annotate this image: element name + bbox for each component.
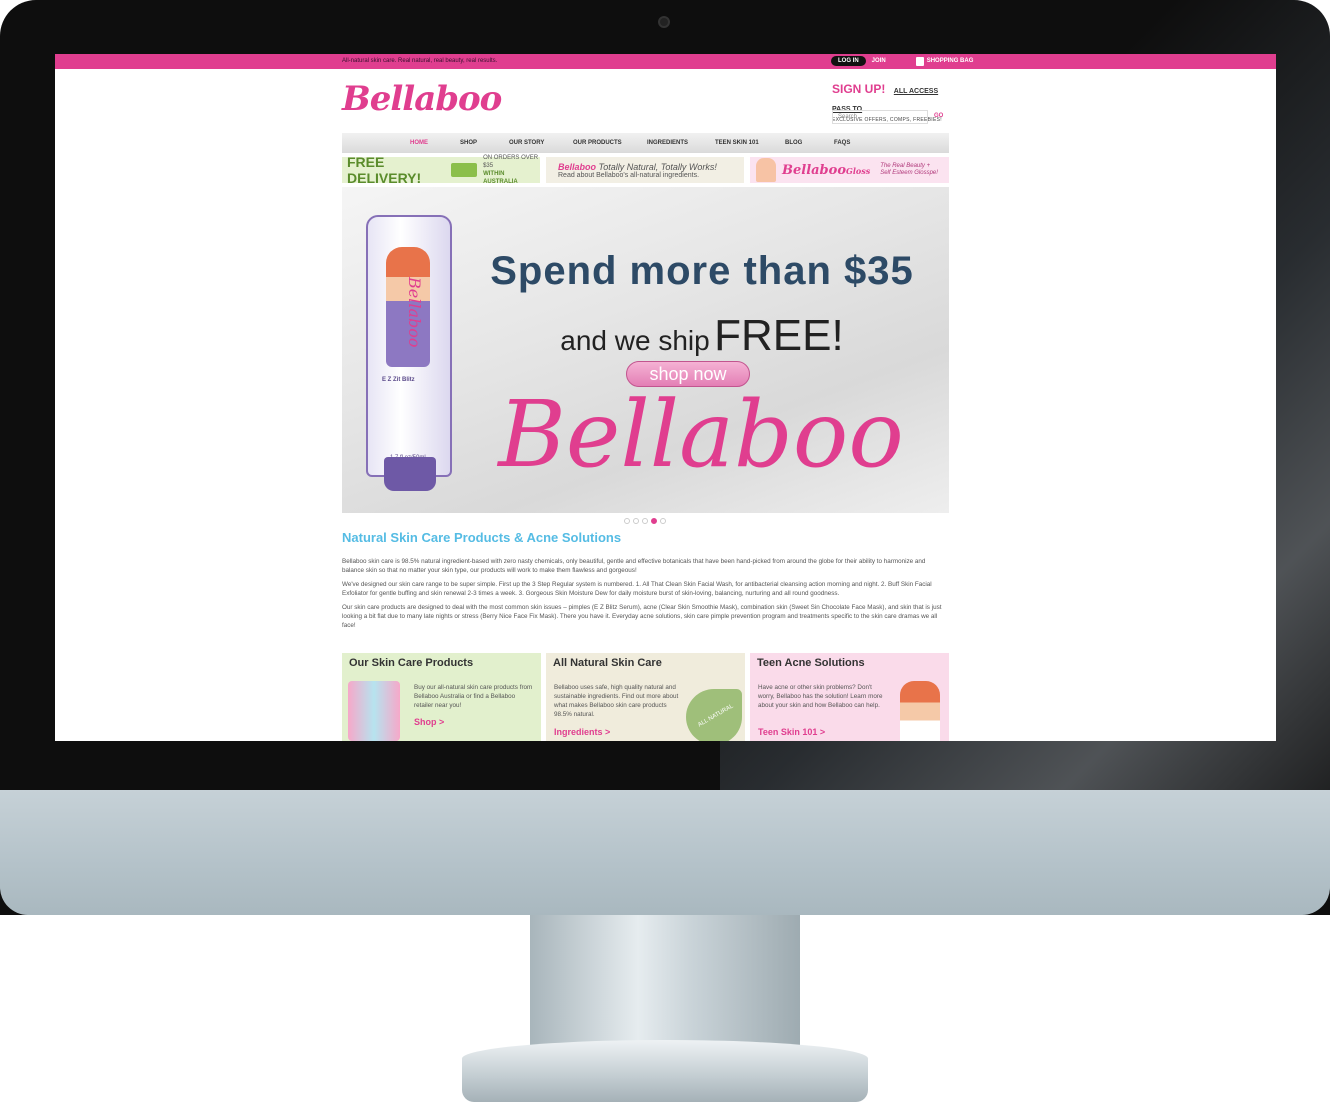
slider-dot[interactable]: [624, 518, 630, 524]
monitor-chin: [0, 790, 1330, 915]
nav-item-our-story[interactable]: OUR STORY: [509, 140, 544, 146]
natural-card-text: Bellaboo uses safe, high quality natural…: [554, 684, 679, 718]
tagline: All-natural skin care. Real natural, rea…: [342, 58, 498, 64]
products-card-title[interactable]: Our Skin Care Products: [349, 657, 534, 669]
delivery-orders: ON ORDERS OVER $35: [483, 155, 539, 169]
slider-dot[interactable]: [642, 518, 648, 524]
gloss-brand-suffix: Gloss: [846, 165, 871, 176]
monitor-frame: All-natural skin care. Real natural, rea…: [0, 0, 1330, 915]
main-nav: HOME SHOP OUR STORY OUR PRODUCTS INGREDI…: [342, 133, 949, 153]
teen-acne-card: Teen Acne Solutions Have acne or other s…: [750, 653, 949, 741]
hero-logo: Bellaboo: [498, 381, 904, 488]
page-title: Natural Skin Care Products & Acne Soluti…: [342, 530, 622, 545]
intro-paragraph-1: Bellaboo skin care is 98.5% natural ingr…: [342, 558, 926, 574]
join-link[interactable]: JOIN: [872, 58, 886, 64]
nav-item-our-products[interactable]: OUR PRODUCTS: [573, 140, 622, 146]
delivery-terms: ON ORDERS OVER $35 WITHIN AUSTRALIA: [483, 154, 540, 186]
nav-item-ingredients[interactable]: INGREDIENTS: [647, 140, 688, 146]
teen-girl-illustration: [900, 681, 940, 741]
hero-ship-small: and we ship: [560, 325, 710, 356]
top-bar: All-natural skin care. Real natural, rea…: [55, 54, 1276, 69]
monitor-stand: [530, 915, 800, 1055]
hero-slider[interactable]: Bellaboo E Z Zit Blitz 1.7 fl oz/50ml Sp…: [342, 187, 949, 513]
tube-brand: Bellaboo: [405, 277, 424, 348]
truck-icon: [451, 163, 478, 177]
free-delivery-banner[interactable]: FREE DELIVERY! ON ORDERS OVER $35 WITHIN…: [342, 154, 540, 186]
products-card-text: Buy our all-natural skin care products f…: [414, 684, 533, 709]
slider-dot[interactable]: [660, 518, 666, 524]
nav-item-teen-skin-101[interactable]: TEEN SKIN 101: [715, 140, 759, 146]
gloss-brand: BellabooGloss: [782, 163, 870, 178]
all-natural-card: All Natural Skin Care Bellaboo uses safe…: [546, 653, 745, 741]
leaf-icon: ALL NATURAL: [686, 689, 742, 741]
shopping-bag-label: SHOPPING BAG: [926, 58, 974, 64]
teen-card-title[interactable]: Teen Acne Solutions: [757, 657, 942, 669]
auth-links: LOG IN JOIN SHOPPING BAG: [831, 56, 973, 66]
hero-ship-big: FREE!: [714, 311, 844, 360]
search-go-button[interactable]: GO: [934, 113, 943, 119]
gloss-girl-illustration: [756, 158, 776, 182]
gloss-banner[interactable]: BellabooGloss The Real Beauty + Self Este…: [750, 157, 949, 183]
slider-dot-active[interactable]: [651, 518, 657, 524]
gloss-sub-1: The Real Beauty +: [880, 163, 931, 169]
natural-banner-title: Bellaboo Totally Natural, Totally Works!: [558, 162, 717, 172]
camera-icon: [658, 16, 670, 28]
tube-label: E Z Zit Blitz: [382, 377, 415, 383]
shopping-bag-link[interactable]: SHOPPING BAG: [915, 56, 974, 66]
ingredients-link[interactable]: Ingredients >: [554, 727, 610, 737]
skin-care-products-card: Our Skin Care Products Buy our all-natur…: [342, 653, 541, 741]
intro-paragraph-3: Our skin care products are designed to d…: [342, 604, 942, 629]
hero-headline: Spend more than $35: [490, 249, 914, 293]
gloss-sub-2: Self Esteem Glosspe!: [880, 170, 938, 176]
product-tube-cap: [384, 457, 436, 491]
shop-link[interactable]: Shop >: [414, 717, 444, 727]
nav-item-blog[interactable]: BLOG: [785, 140, 802, 146]
site-logo[interactable]: Bellaboo: [342, 79, 502, 119]
slider-dots: [624, 518, 666, 524]
natural-banner-brand: Bellaboo: [558, 161, 597, 172]
natural-banner[interactable]: Bellaboo Totally Natural, Totally Works!…: [546, 157, 744, 183]
products-thumbnail: [348, 681, 400, 741]
login-button[interactable]: LOG IN: [831, 56, 866, 66]
intro-paragraph-2: We've designed our skin care range to be…: [342, 581, 932, 597]
hero-subheadline: and we ship FREE!: [462, 311, 942, 361]
gloss-sub: The Real Beauty + Self Esteem Glosspe!: [880, 163, 938, 177]
delivery-within: WITHIN AUSTRALIA: [483, 171, 518, 185]
signup-heading[interactable]: SIGN UP!: [832, 82, 885, 96]
monitor-base: [462, 1040, 868, 1102]
teen-card-text: Have acne or other skin problems? Don't …: [758, 684, 883, 709]
natural-banner-sub: Read about Bellaboo's all-natural ingred…: [558, 171, 700, 179]
gloss-brand-name: Bellaboo: [782, 162, 846, 178]
slider-dot[interactable]: [633, 518, 639, 524]
nav-item-faqs[interactable]: FAQS: [834, 140, 850, 146]
leaf-badge-text: ALL NATURAL: [697, 703, 735, 729]
product-tube-image: Bellaboo E Z Zit Blitz 1.7 fl oz/50ml: [366, 215, 452, 477]
teen-skin-link[interactable]: Teen Skin 101 >: [758, 727, 825, 737]
free-delivery-label: FREE DELIVERY!: [347, 154, 422, 186]
shopping-bag-icon: [915, 56, 924, 66]
nav-item-home[interactable]: HOME: [410, 140, 428, 146]
browser-screen: All-natural skin care. Real natural, rea…: [55, 54, 1276, 741]
search-input[interactable]: Search: [832, 110, 928, 124]
natural-banner-tagline: Totally Natural, Totally Works!: [598, 161, 717, 172]
nav-item-shop[interactable]: SHOP: [460, 140, 477, 146]
natural-card-title[interactable]: All Natural Skin Care: [553, 657, 738, 669]
